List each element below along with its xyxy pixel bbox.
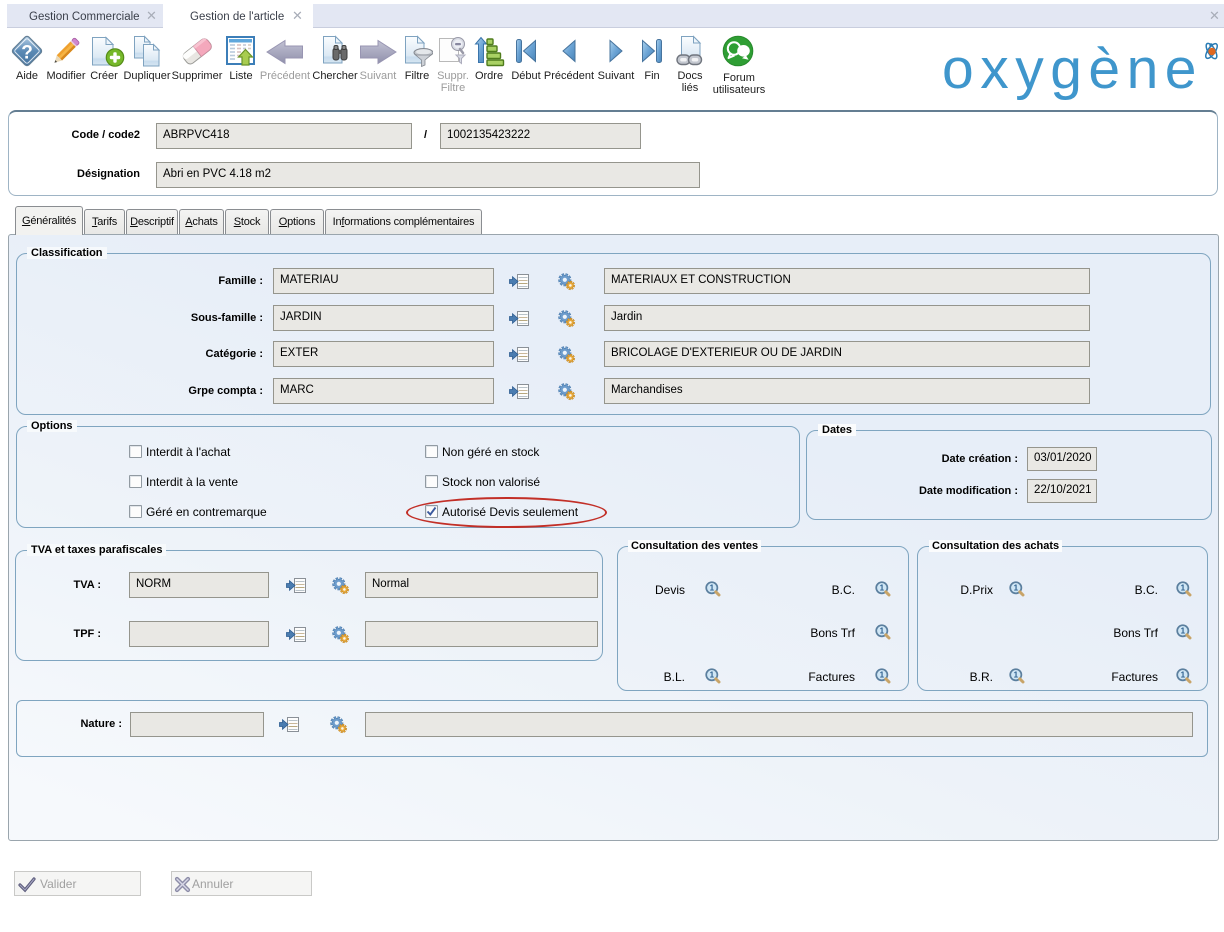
- svg-text:1: 1: [880, 627, 885, 636]
- svg-text:1: 1: [1181, 627, 1186, 636]
- svg-text:1: 1: [1181, 671, 1186, 680]
- svg-text:1: 1: [710, 671, 715, 680]
- svg-text:1: 1: [880, 671, 885, 680]
- svg-text:1: 1: [710, 584, 715, 593]
- svg-text:1: 1: [1014, 584, 1019, 593]
- svg-text:1: 1: [1181, 584, 1186, 593]
- svg-text:1: 1: [1014, 671, 1019, 680]
- svg-text:1: 1: [880, 584, 885, 593]
